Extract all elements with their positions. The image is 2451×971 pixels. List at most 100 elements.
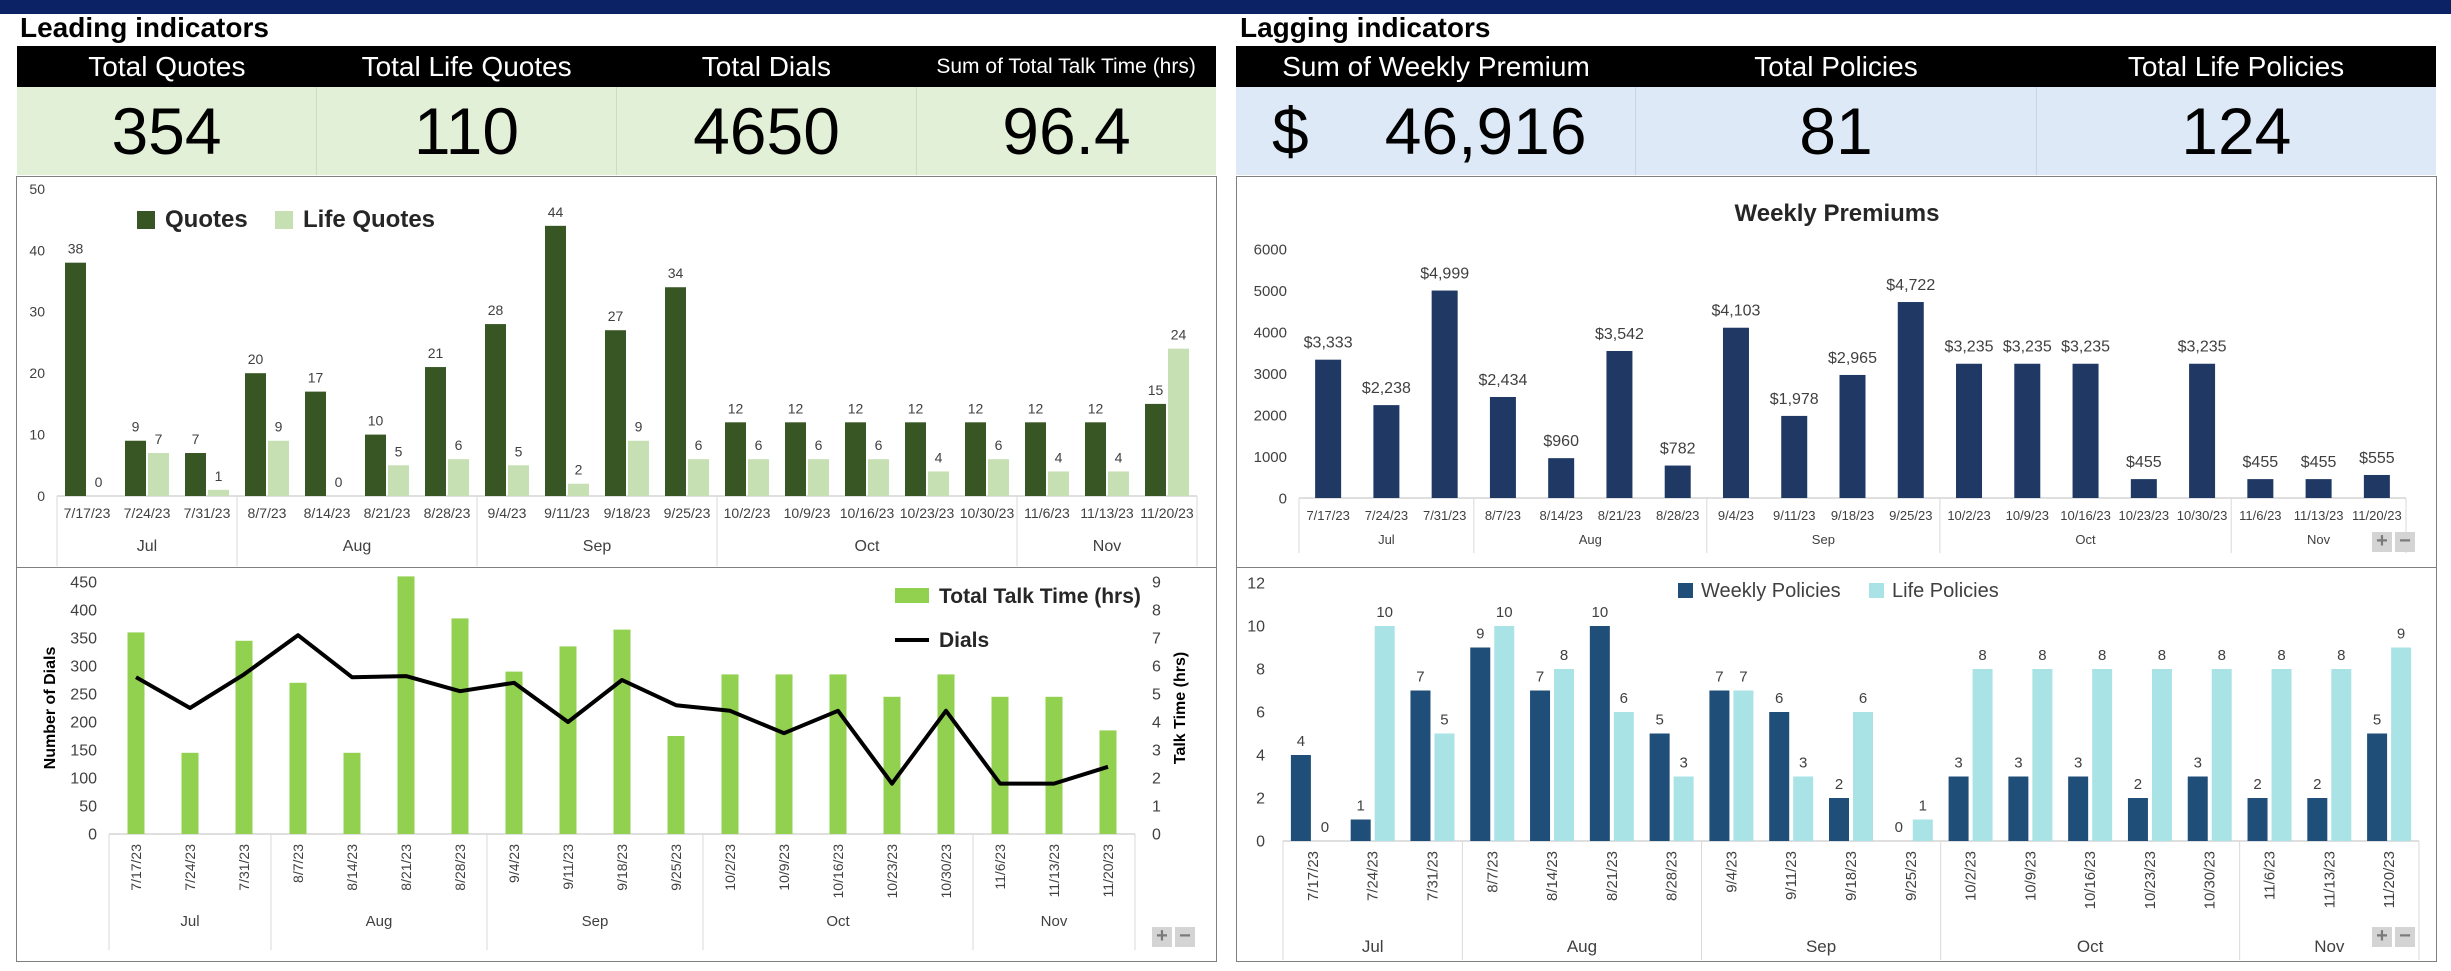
data-label: 0	[95, 474, 103, 490]
data-label: $782	[1660, 441, 1696, 458]
weekly-policies-bar	[2068, 776, 2089, 841]
month-group-label: Nov	[2307, 532, 2331, 547]
premium-bar	[2189, 363, 2216, 498]
x-tick-label: 10/23/23	[884, 844, 900, 899]
data-label: $455	[2301, 454, 2337, 471]
x-tick-label: 9/25/23	[1889, 508, 1932, 523]
life-quotes-bar	[628, 440, 649, 496]
quotes-bar	[1085, 422, 1106, 496]
data-label: $1,978	[1770, 391, 1819, 408]
data-label: 3	[1679, 755, 1687, 772]
life-policies-bar	[2032, 669, 2053, 841]
y-tick-label-right: 4	[1152, 715, 1161, 732]
premium-bar	[1897, 302, 1924, 498]
y-tick-label-right: 1	[1152, 799, 1161, 816]
kpi-label-total-policies: Total Policies	[1754, 51, 1918, 82]
month-group-label: Jul	[1362, 937, 1384, 956]
talk-time-bar	[343, 752, 361, 834]
data-label: 10	[1591, 604, 1608, 621]
y-tick-label: 4000	[1254, 324, 1287, 341]
kpi-value-total-life-policies: 124	[2035, 87, 2436, 175]
quotes-bar	[785, 422, 806, 496]
data-label: 6	[1620, 690, 1628, 707]
life-quotes-bar	[1108, 471, 1129, 496]
data-label: 1	[1357, 798, 1365, 815]
x-tick-label: 10/23/23	[2142, 851, 2159, 909]
data-label: 6	[455, 437, 463, 453]
policies-chart-panel: 0 2 4 6 8 10 12 7/17/23 7/24/23 7/31/23 8/7/23 8/14…	[1236, 567, 2437, 962]
x-tick-label: 9/4/23	[506, 844, 522, 883]
quotes-bar	[245, 373, 266, 496]
collapse-button[interactable]: −	[1175, 926, 1195, 947]
expand-button[interactable]: +	[2372, 531, 2392, 552]
quotes-bar	[545, 225, 566, 496]
x-tick-label: 11/6/23	[2239, 508, 2281, 523]
x-tick-label: 10/16/23	[2082, 851, 2099, 909]
data-label: $3,542	[1595, 326, 1644, 343]
life-policies-bar	[1613, 712, 1634, 841]
y-tick-label-right: 9	[1152, 575, 1161, 592]
data-label: 8	[1560, 647, 1568, 664]
weekly-policies-bar	[1470, 647, 1491, 841]
premium-bar	[1489, 396, 1516, 498]
x-tick-label: 8/28/23	[1656, 508, 1699, 523]
data-label: 6	[1775, 690, 1783, 707]
leading-title: Leading indicators	[20, 12, 269, 43]
talk-time-bar	[883, 696, 901, 834]
x-tick-label: 9/25/23	[1903, 851, 1920, 901]
data-label: 24	[1171, 327, 1187, 343]
lagging-kpi-values: $ 46,916 81 124	[1236, 87, 2436, 175]
x-tick-label: 11/20/23	[2381, 851, 2398, 908]
data-label: 9	[275, 419, 283, 435]
kpi-value-talk-time: 96.4	[916, 87, 1216, 175]
quotes-bar	[185, 453, 206, 496]
quotes-bar	[1145, 403, 1166, 496]
talk-time-bar	[289, 682, 307, 834]
expand-button[interactable]: +	[1152, 926, 1172, 947]
x-tick-label: 8/7/23	[290, 844, 306, 883]
weekly-premium-amount: 46,916	[1384, 94, 1587, 168]
life-quotes-bar	[748, 459, 769, 496]
data-label: 7	[1715, 669, 1723, 686]
month-group-label: Sep	[1812, 532, 1835, 547]
life-policies-bar	[2331, 669, 2352, 841]
data-label: 3	[1954, 755, 1962, 772]
x-tick-label: 7/17/23	[64, 505, 111, 521]
data-label: 8	[2277, 647, 2285, 664]
life-quotes-bar	[268, 440, 289, 496]
leading-kpi-values: 354 110 4650 96.4	[17, 87, 1216, 175]
y-tick-label: 0	[37, 488, 45, 504]
kpi-label-total-dials: Total Dials	[701, 51, 831, 82]
data-label: 5	[1655, 712, 1663, 729]
x-tick-label: 9/4/23	[1723, 851, 1740, 893]
quotes-bar	[1025, 422, 1046, 496]
y-tick-label: 8	[1256, 662, 1265, 679]
x-tick-label: 9/11/23	[560, 844, 576, 890]
legend-swatch-quotes	[137, 211, 155, 229]
expand-button[interactable]: +	[2372, 926, 2392, 947]
weekly-policies-bar	[1350, 819, 1371, 841]
weekly-policies-bar	[2247, 798, 2268, 841]
data-label: 9	[132, 419, 140, 435]
x-tick-label: 11/6/23	[2262, 851, 2279, 900]
x-tick-label: 11/13/23	[2294, 508, 2344, 523]
collapse-button[interactable]: −	[2395, 531, 2415, 552]
data-label: 4	[1115, 449, 1123, 465]
x-tick-label: 7/17/23	[1305, 851, 1322, 901]
data-label: 27	[608, 308, 624, 324]
life-policies-bar	[1673, 776, 1694, 841]
weekly-premium-chart: Weekly Premiums 0 1000 2000 3000 4000 5000 6000…	[1254, 200, 2407, 553]
x-tick-label: 10/30/23	[938, 844, 954, 899]
talk-time-bar	[1099, 730, 1117, 834]
data-label: 7	[1416, 669, 1424, 686]
life-quotes-bar	[148, 453, 169, 496]
life-policies-bar	[1434, 733, 1455, 841]
premium-bar	[2305, 479, 2332, 498]
quotes-bar	[365, 434, 386, 496]
life-policies-bar	[1494, 626, 1515, 841]
collapse-button[interactable]: −	[2395, 926, 2415, 947]
y-tick-label: 0	[1279, 490, 1287, 507]
x-tick-label: 10/30/23	[2202, 851, 2219, 909]
x-tick-label: 8/21/23	[1598, 508, 1641, 523]
month-group-label: Oct	[2075, 532, 2096, 547]
